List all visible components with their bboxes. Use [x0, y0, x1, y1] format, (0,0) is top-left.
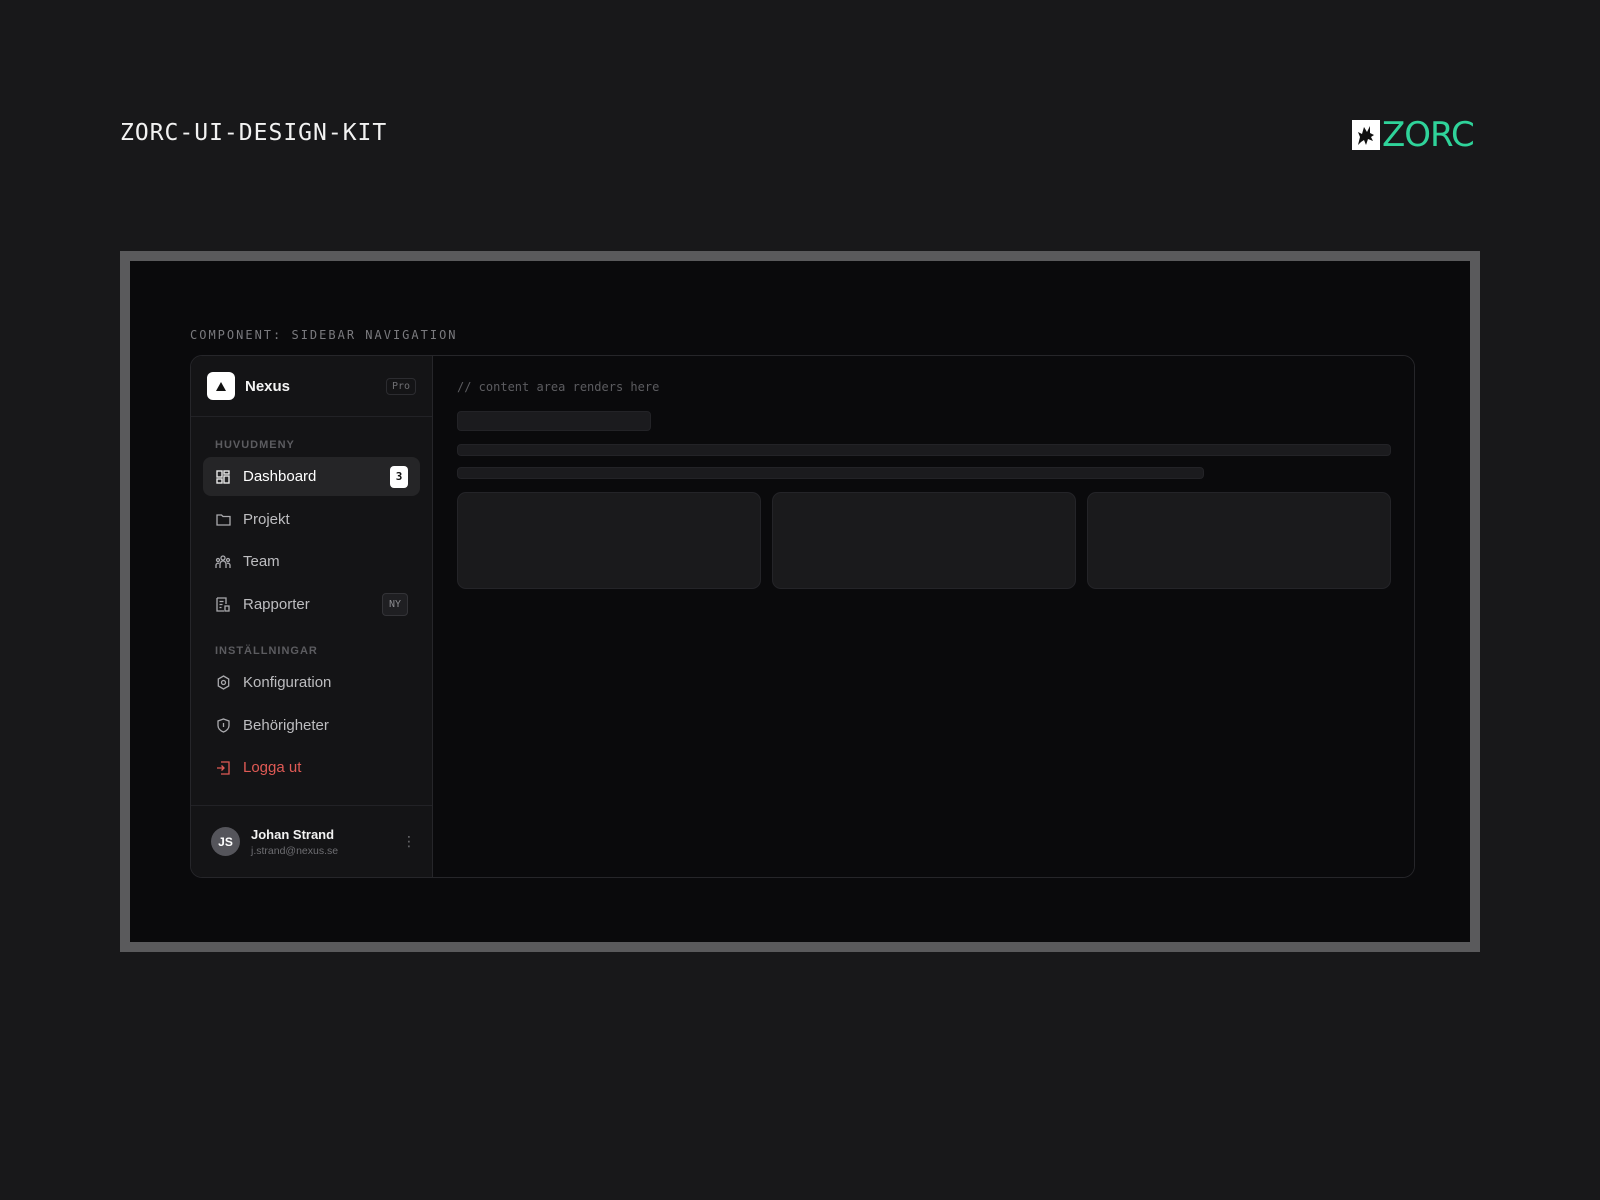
sidebar-brand[interactable]: Nexus Pro [191, 356, 432, 417]
sidebar-item-team[interactable]: Team [203, 542, 420, 581]
folder-icon [215, 511, 231, 527]
sidebar-item-behorigheter[interactable]: Behörigheter [203, 706, 420, 745]
content-area: // content area renders here [433, 356, 1414, 877]
sidebar: Nexus Pro HUVUDMENY Dashboard 3 Projekt … [191, 356, 433, 877]
plan-badge: Pro [385, 377, 416, 395]
skeleton-line [457, 467, 1204, 479]
skeleton-card [457, 492, 761, 589]
more-options-icon[interactable]: ⋮ [402, 833, 416, 850]
sidebar-item-projekt[interactable]: Projekt [203, 500, 420, 539]
sidebar-item-label: Konfiguration [243, 674, 332, 691]
showcase-stage: COMPONENT: SIDEBAR NAVIGATION Nexus Pro … [130, 261, 1470, 942]
brand-name: Nexus [245, 377, 291, 395]
sidebar-item-label: Rapporter [243, 595, 310, 613]
sidebar-item-konfiguration[interactable]: Konfiguration [203, 663, 420, 702]
user-email: j.strand@nexus.se [251, 844, 339, 857]
gear-icon [215, 675, 231, 691]
kit-title: ZORC-UI-DESIGN-KIT [120, 120, 388, 146]
sidebar-item-label: Behörigheter [243, 716, 329, 734]
sidebar-item-dashboard[interactable]: Dashboard 3 [203, 457, 420, 496]
component-label: COMPONENT: SIDEBAR NAVIGATION [190, 328, 458, 342]
shield-icon [215, 717, 231, 733]
app-window: Nexus Pro HUVUDMENY Dashboard 3 Projekt … [190, 355, 1415, 878]
skeleton-line [457, 444, 1391, 456]
logout-icon [215, 760, 231, 776]
sidebar-item-label: Projekt [243, 510, 290, 528]
wolf-icon [1352, 120, 1380, 150]
sidebar-item-rapporter[interactable]: Rapporter NY [203, 585, 420, 624]
user-name: Johan Strand [251, 826, 335, 842]
new-badge: NY [381, 592, 408, 616]
skeleton-card [772, 492, 1076, 589]
sidebar-item-label: Dashboard [243, 468, 317, 485]
avatar: JS [211, 827, 240, 856]
logo-wordmark: ZORC [1382, 115, 1475, 155]
showcase-frame: COMPONENT: SIDEBAR NAVIGATION Nexus Pro … [120, 251, 1480, 952]
sidebar-item-label: Team [243, 553, 280, 570]
triangle-logo-icon [207, 372, 235, 400]
notification-count-badge: 3 [390, 465, 408, 488]
sidebar-item-label: Logga ut [243, 759, 302, 776]
content-placeholder-comment: // content area renders here [457, 380, 660, 394]
section-label-settings: INSTÄLLNINGAR [215, 645, 318, 657]
dashboard-icon [215, 469, 231, 485]
section-label-main: HUVUDMENY [215, 439, 295, 451]
report-icon [215, 596, 231, 612]
team-icon [215, 554, 231, 570]
skeleton-card [1087, 492, 1391, 589]
user-profile[interactable]: JS Johan Strand j.strand@nexus.se ⋮ [191, 805, 432, 877]
zorc-logo: ZORC [1352, 115, 1475, 155]
sidebar-item-logout[interactable]: Logga ut [203, 748, 420, 787]
skeleton-title [457, 411, 651, 431]
